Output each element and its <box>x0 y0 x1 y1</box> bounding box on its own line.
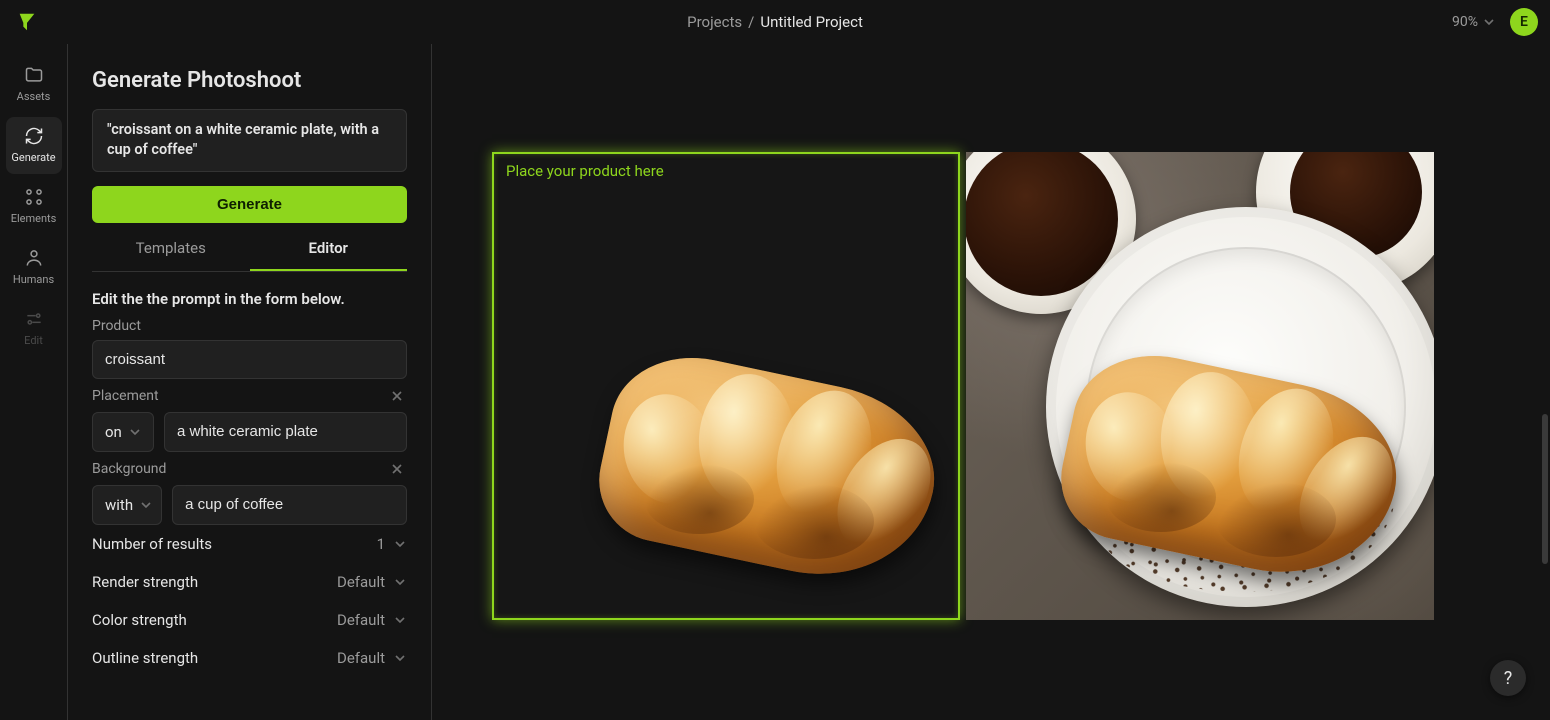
canvas-area[interactable]: Place your product here <box>432 44 1550 720</box>
help-icon: ? <box>1504 668 1513 689</box>
setting-label: Render strength <box>92 573 198 591</box>
setting-value: Default <box>337 611 385 629</box>
breadcrumb: Projects / Untitled Project <box>687 13 863 31</box>
chevron-down-icon <box>1482 15 1496 29</box>
chevron-down-icon <box>393 613 407 627</box>
nav-item-edit: Edit <box>6 300 62 357</box>
avatar-initial: E <box>1520 14 1528 30</box>
chevron-down-icon <box>128 425 142 439</box>
person-icon <box>23 247 45 269</box>
nav-item-assets[interactable]: Assets <box>6 56 62 113</box>
side-panel: Generate Photoshoot "croissant on a whit… <box>68 44 432 720</box>
prompt-display: "croissant on a white ceramic plate, wit… <box>92 109 407 172</box>
breadcrumb-root[interactable]: Projects <box>687 13 742 31</box>
app-logo[interactable] <box>12 7 42 37</box>
placement-preposition-select[interactable]: on <box>92 412 154 452</box>
background-label: Background <box>92 460 407 479</box>
nav-item-humans[interactable]: Humans <box>6 239 62 296</box>
chevron-down-icon <box>139 498 153 512</box>
nav-rail: Assets Generate Elements Humans Edit <box>0 44 68 720</box>
tab-editor[interactable]: Editor <box>250 229 408 271</box>
generate-button[interactable]: Generate <box>92 186 407 223</box>
help-button[interactable]: ? <box>1490 660 1526 696</box>
scrollbar[interactable] <box>1542 414 1548 564</box>
drop-hint: Place your product here <box>506 162 664 180</box>
chevron-down-icon <box>393 575 407 589</box>
nav-label: Generate <box>11 151 55 164</box>
breadcrumb-separator: / <box>748 13 754 31</box>
setting-value: 1 <box>377 535 385 553</box>
product-image[interactable] <box>604 354 944 604</box>
result-product <box>1066 352 1406 602</box>
chevron-down-icon <box>393 651 407 665</box>
folder-icon <box>23 64 45 86</box>
zoom-control[interactable]: 90% <box>1452 14 1496 30</box>
grid-icon <box>23 186 45 208</box>
placement-label: Placement <box>92 387 407 406</box>
project-title[interactable]: Untitled Project <box>760 13 863 31</box>
setting-label: Color strength <box>92 611 187 629</box>
nav-item-generate[interactable]: Generate <box>6 117 62 174</box>
placement-input[interactable] <box>164 412 407 452</box>
setting-label: Outline strength <box>92 649 198 667</box>
product-drop-frame[interactable]: Place your product here <box>492 152 960 620</box>
product-label: Product <box>92 318 407 334</box>
sliders-icon <box>23 308 45 330</box>
setting-value: Default <box>337 573 385 591</box>
tab-templates[interactable]: Templates <box>92 229 250 271</box>
background-preposition-select[interactable]: with <box>92 485 162 525</box>
nav-label: Humans <box>13 273 54 286</box>
setting-value: Default <box>337 649 385 667</box>
clear-placement-button[interactable] <box>387 387 407 406</box>
setting-color-strength[interactable]: Color strength Default <box>92 601 407 639</box>
setting-number-of-results[interactable]: Number of results 1 <box>92 525 407 563</box>
setting-outline-strength[interactable]: Outline strength Default <box>92 639 407 677</box>
background-input[interactable] <box>172 485 407 525</box>
nav-label: Assets <box>17 90 51 103</box>
setting-render-strength[interactable]: Render strength Default <box>92 563 407 601</box>
setting-label: Number of results <box>92 535 212 553</box>
zoom-value: 90% <box>1452 14 1478 30</box>
tabs: Templates Editor <box>92 229 407 272</box>
nav-item-elements[interactable]: Elements <box>6 178 62 235</box>
generated-result[interactable] <box>966 152 1434 620</box>
editor-hint: Edit the the prompt in the form below. <box>92 290 407 308</box>
product-input[interactable] <box>92 340 407 379</box>
avatar[interactable]: E <box>1510 8 1538 36</box>
clear-background-button[interactable] <box>387 460 407 479</box>
canvas-inner: Place your product here <box>492 152 1434 620</box>
panel-title: Generate Photoshoot <box>92 68 407 93</box>
top-bar: Projects / Untitled Project 90% E <box>0 0 1550 44</box>
refresh-icon <box>23 125 45 147</box>
chevron-down-icon <box>393 537 407 551</box>
nav-label: Edit <box>24 334 43 347</box>
nav-label: Elements <box>11 212 57 225</box>
